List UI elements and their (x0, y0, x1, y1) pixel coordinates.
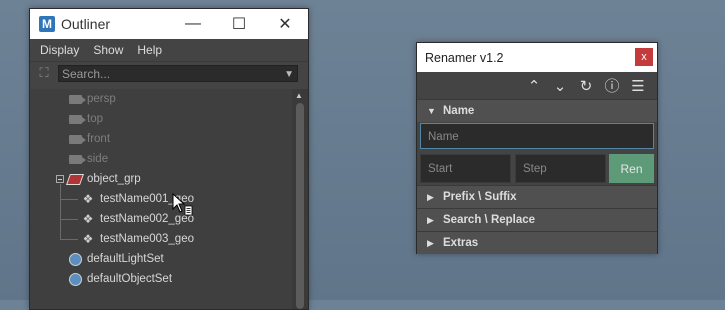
filter-icon[interactable]: ⛶ (36, 65, 52, 81)
menu-show[interactable]: Show (93, 43, 123, 57)
section-search-replace[interactable]: ▶ Search \ Replace (417, 208, 657, 231)
triangle-right-icon: ▶ (427, 214, 434, 225)
tree-item-side[interactable]: side (67, 149, 108, 169)
search-input[interactable]: Search... ▼ (58, 64, 298, 83)
tree-item-top[interactable]: top (67, 109, 103, 129)
minimize-icon[interactable]: — (170, 9, 216, 39)
section-label: Prefix \ Suffix (443, 191, 517, 203)
section-label: Extras (443, 237, 479, 249)
mesh-icon: ❖ (82, 192, 94, 206)
tree-item-light-set[interactable]: defaultLightSet (67, 249, 164, 269)
rename-button[interactable]: Ren (609, 154, 654, 183)
renamer-toolbar: ⌃ ⌄ ↻ ⓘ ☰ (417, 72, 657, 99)
tree-line (60, 199, 78, 200)
camera-icon (67, 152, 86, 166)
menu-display[interactable]: Display (40, 43, 79, 57)
name-placeholder: Name (428, 131, 459, 143)
tree-item-object-set[interactable]: defaultObjectSet (67, 269, 172, 289)
group-icon (65, 172, 85, 186)
mesh-icon: ❖ (82, 232, 94, 246)
outliner-titlebar[interactable]: M Outliner — ☐ ✕ (30, 9, 308, 39)
tree-label: defaultLightSet (87, 253, 164, 265)
section-label: Name (443, 105, 475, 117)
tree-line (60, 184, 61, 239)
menu-help[interactable]: Help (137, 43, 162, 57)
triangle-right-icon: ▶ (427, 191, 434, 202)
tree-label: front (87, 133, 111, 145)
tree-label: top (87, 113, 103, 125)
set-icon (67, 252, 83, 266)
set-icon (67, 272, 83, 286)
maya-logo-icon: M (39, 16, 55, 32)
close-icon[interactable]: ✕ (262, 9, 308, 39)
section-prefix-suffix[interactable]: ▶ Prefix \ Suffix (417, 185, 657, 208)
tree-label: testName003_geo (100, 233, 194, 245)
scroll-up-icon[interactable]: ▲ (295, 91, 303, 100)
triangle-down-icon: ▼ (427, 106, 436, 116)
camera-icon (67, 112, 86, 126)
triangle-right-icon: ▶ (427, 237, 434, 248)
step-placeholder: Step (523, 163, 547, 175)
search-placeholder: Search... (62, 66, 111, 81)
collapse-toggle-icon[interactable] (56, 175, 64, 183)
name-input[interactable]: Name (420, 123, 654, 149)
search-row: ⛶ Search... ▼ (30, 62, 308, 84)
outliner-window: M Outliner — ☐ ✕ Display Show Help ⛶ Sea… (29, 8, 309, 310)
tree-line (60, 239, 78, 240)
camera-icon (67, 132, 86, 146)
refresh-icon[interactable]: ↻ (573, 77, 599, 95)
step-input[interactable]: Step (515, 154, 606, 183)
renamer-titlebar[interactable]: Renamer v1.2 x (417, 43, 657, 72)
tree-item-persp[interactable]: persp (67, 89, 116, 109)
tree-item-front[interactable]: front (67, 129, 110, 149)
tree-item-geo3[interactable]: ❖ testName003_geo (80, 229, 194, 249)
mesh-icon: ❖ (82, 212, 94, 226)
tree-label: side (87, 153, 109, 165)
tree-item-object-grp[interactable]: object_grp (65, 169, 141, 189)
outliner-menubar: Display Show Help (30, 39, 308, 62)
camera-icon (67, 92, 86, 106)
section-name[interactable]: ▼ Name (417, 99, 657, 122)
scroll-thumb[interactable] (296, 103, 304, 309)
start-placeholder: Start (428, 163, 453, 175)
section-label: Search \ Replace (443, 214, 536, 226)
tree-line (60, 219, 78, 220)
start-input[interactable]: Start (420, 154, 511, 183)
tree-label: defaultObjectSet (87, 273, 173, 285)
maximize-icon[interactable]: ☐ (216, 9, 262, 39)
chevron-up-icon[interactable]: ⌃ (521, 77, 547, 95)
section-extras[interactable]: ▶ Extras (417, 231, 657, 254)
outliner-title: Outliner (61, 16, 111, 32)
tree-label: object_grp (87, 173, 141, 185)
menu-icon[interactable]: ☰ (625, 77, 651, 95)
outliner-tree: persp top front side object_grp ❖ testNa… (30, 89, 292, 309)
mouse-cursor-icon (172, 193, 193, 216)
tree-label: persp (87, 93, 116, 105)
renamer-title: Renamer v1.2 (425, 50, 504, 65)
numbering-row: Start Step Ren (420, 154, 654, 183)
close-button[interactable]: x (635, 48, 653, 66)
chevron-down-icon[interactable]: ⌄ (547, 77, 573, 95)
search-dropdown-icon[interactable]: ▼ (284, 66, 294, 83)
outliner-scrollbar[interactable]: ▲ (292, 89, 308, 309)
renamer-window: Renamer v1.2 x ⌃ ⌄ ↻ ⓘ ☰ ▼ Name Name Sta… (416, 42, 658, 254)
help-icon[interactable]: ⓘ (599, 75, 625, 96)
